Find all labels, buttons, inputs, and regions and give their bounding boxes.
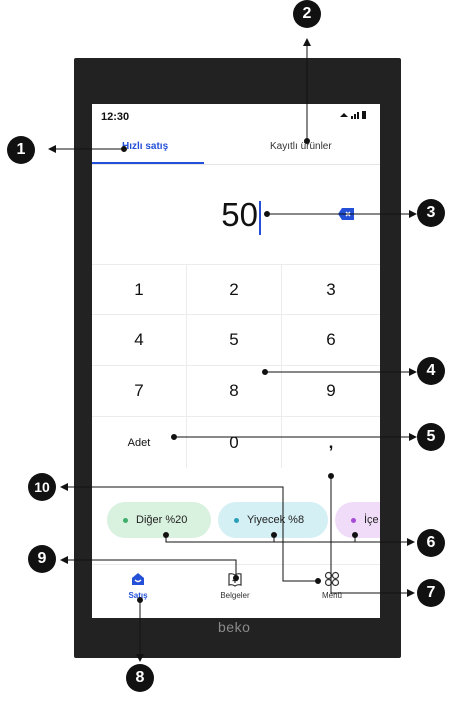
category-chip-label: İçe (364, 514, 379, 526)
category-dot (234, 517, 239, 523)
key-0[interactable]: 0 (187, 417, 282, 468)
key-2[interactable]: 2 (187, 264, 282, 315)
status-bar: 12:30 (92, 104, 380, 128)
callout-badge: 9 (28, 545, 56, 573)
key-8[interactable]: 8 (187, 366, 282, 417)
status-time: 12:30 (101, 111, 130, 123)
key-7[interactable]: 7 (92, 366, 187, 417)
nav-sales[interactable]: Satış (108, 571, 168, 600)
callout-badge: 7 (417, 579, 445, 607)
category-dot (351, 517, 356, 523)
callout-badge: 4 (417, 357, 445, 385)
tab-quick-sale[interactable]: Hızlı satış (122, 141, 168, 152)
backspace-icon[interactable] (338, 208, 354, 220)
category-chip-label: Diğer %20 (136, 514, 188, 526)
key-3[interactable]: 3 (282, 264, 380, 315)
numeric-keypad: 1 2 3 4 5 6 7 8 9 Adet 0 , (92, 264, 380, 472)
category-chip-food[interactable]: Yiyecek %8 (218, 502, 328, 538)
text-cursor (259, 201, 261, 235)
callout-badge: 6 (417, 529, 445, 557)
callout-badge: 10 (28, 473, 56, 501)
pos-screen: 12:30 Hızlı satış Kayıtlı ürünler 50 1 2… (92, 104, 380, 618)
tab-bar: Hızlı satış Kayıtlı ürünler (92, 130, 380, 165)
brand-logo: beko (218, 619, 251, 635)
category-chips: Diğer %20 Yiyecek %8 İçe (92, 502, 380, 540)
signal-battery-icon (340, 111, 366, 119)
book-icon (228, 573, 242, 587)
callout-badge: 2 (293, 0, 321, 28)
category-dot (123, 517, 128, 523)
category-chip-drinks[interactable]: İçe (335, 502, 380, 538)
quantity-key[interactable]: Adet (92, 417, 187, 468)
key-9[interactable]: 9 (282, 366, 380, 417)
callout-badge: 8 (126, 664, 154, 692)
nav-menu[interactable]: Menü (302, 571, 362, 600)
bottom-nav: Satış Belgeler Menü (92, 564, 380, 618)
callout-badge: 1 (7, 136, 35, 164)
category-chip-other[interactable]: Diğer %20 (107, 502, 211, 538)
tab-saved-products[interactable]: Kayıtlı ürünler (270, 141, 332, 152)
active-tab-indicator (92, 162, 204, 164)
category-chip-label: Yiyecek %8 (247, 514, 305, 526)
key-6[interactable]: 6 (282, 315, 380, 366)
key-1[interactable]: 1 (92, 264, 187, 315)
callout-badge: 5 (417, 423, 445, 451)
grid-icon (324, 571, 340, 587)
callout-badge: 3 (417, 199, 445, 227)
decimal-key[interactable]: , (282, 417, 380, 468)
nav-label: Menü (321, 591, 342, 600)
nav-label: Satış (128, 591, 148, 600)
home-icon (132, 573, 144, 585)
key-4[interactable]: 4 (92, 315, 187, 366)
key-5[interactable]: 5 (187, 315, 282, 366)
status-icons (338, 110, 368, 123)
nav-label: Belgeler (220, 591, 250, 600)
amount-display: 50 (221, 196, 258, 233)
nav-documents[interactable]: Belgeler (205, 571, 265, 600)
